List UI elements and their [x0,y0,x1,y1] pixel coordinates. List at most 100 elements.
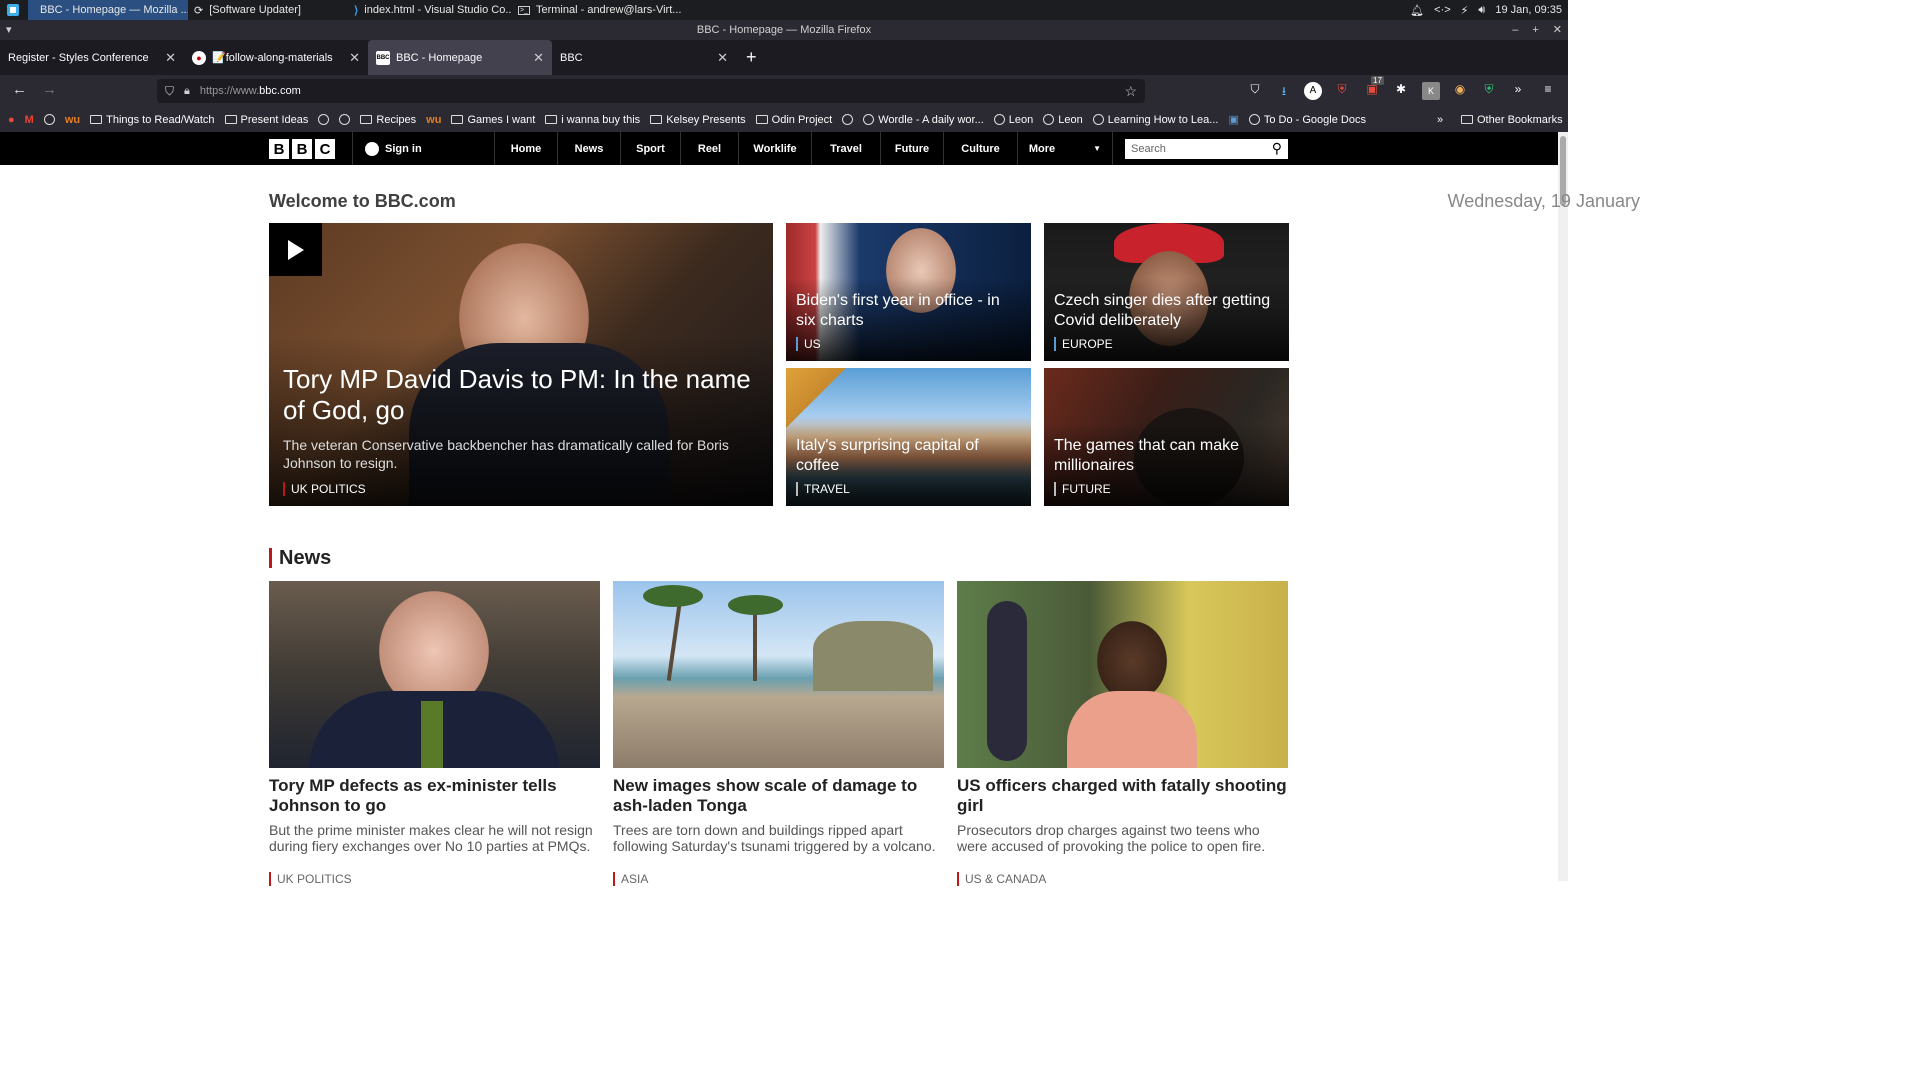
nav-news[interactable]: News [557,132,620,165]
sign-in-link[interactable]: Sign in [352,132,422,165]
scrollbar[interactable] [1558,132,1568,881]
gmail-icon[interactable]: M [25,114,34,126]
task-firefox[interactable]: BBC - Homepage — Mozilla ... [28,0,188,20]
news-section-title[interactable]: News [269,548,331,568]
bookmarks-overflow-icon[interactable]: » [1437,114,1443,126]
bookmark-item[interactable]: Recipes [360,114,416,126]
wu-icon[interactable]: wu [426,114,441,126]
news-card-image[interactable] [957,581,1288,768]
bookmark-item[interactable]: Odin Project [755,114,832,126]
globe-icon[interactable] [339,114,351,125]
nav-reel[interactable]: Reel [680,132,738,165]
news-card-image[interactable] [613,581,944,768]
promo-category[interactable]: US [796,337,1021,351]
owl-icon[interactable]: ◉ [1451,82,1469,100]
wu-icon[interactable]: wu [65,114,80,126]
titlebar-menu-icon[interactable]: ▾ [6,20,12,40]
extension-badge-icon[interactable]: ▣ 17 [1363,76,1384,100]
bookmark-item[interactable]: Things to Read/Watch [90,114,215,126]
search-icon[interactable]: ⚲ [1272,140,1282,157]
new-tab-button[interactable]: + [736,47,767,68]
maximize-icon[interactable]: + [1532,20,1538,40]
k-extension-icon[interactable]: K [1422,82,1440,100]
news-card-headline[interactable]: Tory MP defects as ex-minister tells Joh… [269,776,600,816]
puzzle-icon[interactable]: ✱ [1392,82,1410,100]
power-icon[interactable]: ⚡︎ [1461,4,1469,17]
news-card-headline[interactable]: New images show scale of damage to ash-l… [613,776,944,816]
tab-close-icon[interactable]: ✕ [349,50,360,66]
nav-worklife[interactable]: Worklife [738,132,811,165]
shield-check-icon[interactable]: ⛨ [1480,82,1498,100]
lead-story[interactable]: Tory MP David Davis to PM: In the name o… [269,223,773,506]
tab-bbc[interactable]: BBC ✕ [552,40,736,75]
news-card[interactable]: Tory MP defects as ex-minister tells Joh… [269,581,600,886]
promo-category[interactable]: EUROPE [1054,337,1279,351]
promo-story-italy[interactable]: Italy's surprising capital of coffee TRA… [786,368,1031,506]
image-icon[interactable]: ▣ [1228,113,1238,126]
tomato-icon[interactable]: ● [8,114,15,126]
globe-icon[interactable] [842,114,854,125]
url-bar[interactable]: ⛉ 🔒︎ https://www.bbc.com ☆ [157,79,1145,103]
nav-travel[interactable]: Travel [811,132,880,165]
forward-icon[interactable]: → [42,81,57,98]
bookmark-item[interactable]: Games I want [451,114,535,126]
tab-close-icon[interactable]: ✕ [533,50,544,66]
globe-icon[interactable] [43,114,55,125]
shield-icon[interactable]: ⛉ [165,84,174,99]
bookmark-item[interactable]: Leon [993,114,1033,126]
promo-headline[interactable]: Biden's first year in office - in six ch… [796,291,1021,331]
tab-close-icon[interactable]: ✕ [165,50,176,66]
search-input[interactable]: Search ⚲ [1125,139,1288,159]
url-text[interactable]: https://www.bbc.com [200,85,301,97]
clock[interactable]: 19 Jan, 09:35 [1495,4,1562,16]
nav-future[interactable]: Future [880,132,943,165]
back-icon[interactable]: ← [12,81,27,98]
promo-category[interactable]: FUTURE [1054,482,1279,496]
bookmark-item[interactable]: Leon [1043,114,1083,126]
nav-sport[interactable]: Sport [620,132,680,165]
ublock-icon[interactable]: ⛨ [1333,82,1351,100]
pocket-icon[interactable]: ⛉ [1246,82,1264,100]
bell-icon[interactable]: 🔔︎ [1410,4,1424,17]
promo-headline[interactable]: Czech singer dies after getting Covid de… [1054,291,1279,331]
download-icon[interactable]: ⭳ [1275,82,1293,100]
promo-headline[interactable]: Italy's surprising capital of coffee [796,436,1021,476]
promo-category[interactable]: TRAVEL [796,482,1021,496]
lead-category[interactable]: UK POLITICS [283,482,759,496]
globe-icon[interactable] [318,114,330,125]
nav-more[interactable]: More ▼ [1017,132,1113,165]
promo-headline[interactable]: The games that can make millionaires [1054,436,1279,476]
news-card-image[interactable] [269,581,600,768]
account-icon[interactable]: A [1304,82,1322,100]
task-software-updater[interactable]: ⟳ [Software Updater] [188,0,348,20]
tab-follow-along[interactable]: ● 📝follow-along-materials ✕ [184,40,368,75]
news-card-category[interactable]: ASIA [613,872,944,886]
tab-bbc-homepage[interactable]: BBC BBC - Homepage ✕ [368,40,552,75]
bookmark-star-icon[interactable]: ☆ [1124,83,1137,100]
news-card-category[interactable]: UK POLITICS [269,872,600,886]
task-terminal[interactable]: >_ Terminal - andrew@lars-Virt... [512,0,682,20]
promo-story-games[interactable]: The games that can make millionaires FUT… [1044,368,1289,506]
volume-icon[interactable]: 🔊︎ [1478,4,1485,17]
minimize-icon[interactable]: – [1512,20,1518,40]
app-menu-icon[interactable] [0,0,28,20]
bookmark-item[interactable]: Present Ideas [224,114,308,126]
lead-headline[interactable]: Tory MP David Davis to PM: In the name o… [283,364,759,426]
promo-story-czech[interactable]: Czech singer dies after getting Covid de… [1044,223,1289,361]
tab-close-icon[interactable]: ✕ [717,50,728,66]
lock-icon[interactable]: 🔒︎ [184,85,190,98]
hamburger-menu-icon[interactable]: ≡ [1539,82,1557,100]
bookmark-item[interactable]: Wordle - A daily wor... [863,114,984,126]
overflow-icon[interactable]: » [1509,82,1527,100]
bookmark-item[interactable]: Learning How to Lea... [1092,114,1218,126]
bbc-logo[interactable]: BBC [269,139,338,159]
bookmark-item[interactable]: To Do - Google Docs [1248,114,1366,126]
tab-register-styles[interactable]: Register - Styles Conference ✕ [0,40,184,75]
news-card-category[interactable]: US & CANADA [957,872,1288,886]
nav-culture[interactable]: Culture [943,132,1017,165]
play-button[interactable] [269,223,322,276]
news-card-headline[interactable]: US officers charged with fatally shootin… [957,776,1288,816]
nav-home[interactable]: Home [494,132,557,165]
bookmark-item[interactable]: Kelsey Presents [650,114,746,126]
task-vscode[interactable]: ⟩ index.html - Visual Studio Co... [348,0,512,20]
